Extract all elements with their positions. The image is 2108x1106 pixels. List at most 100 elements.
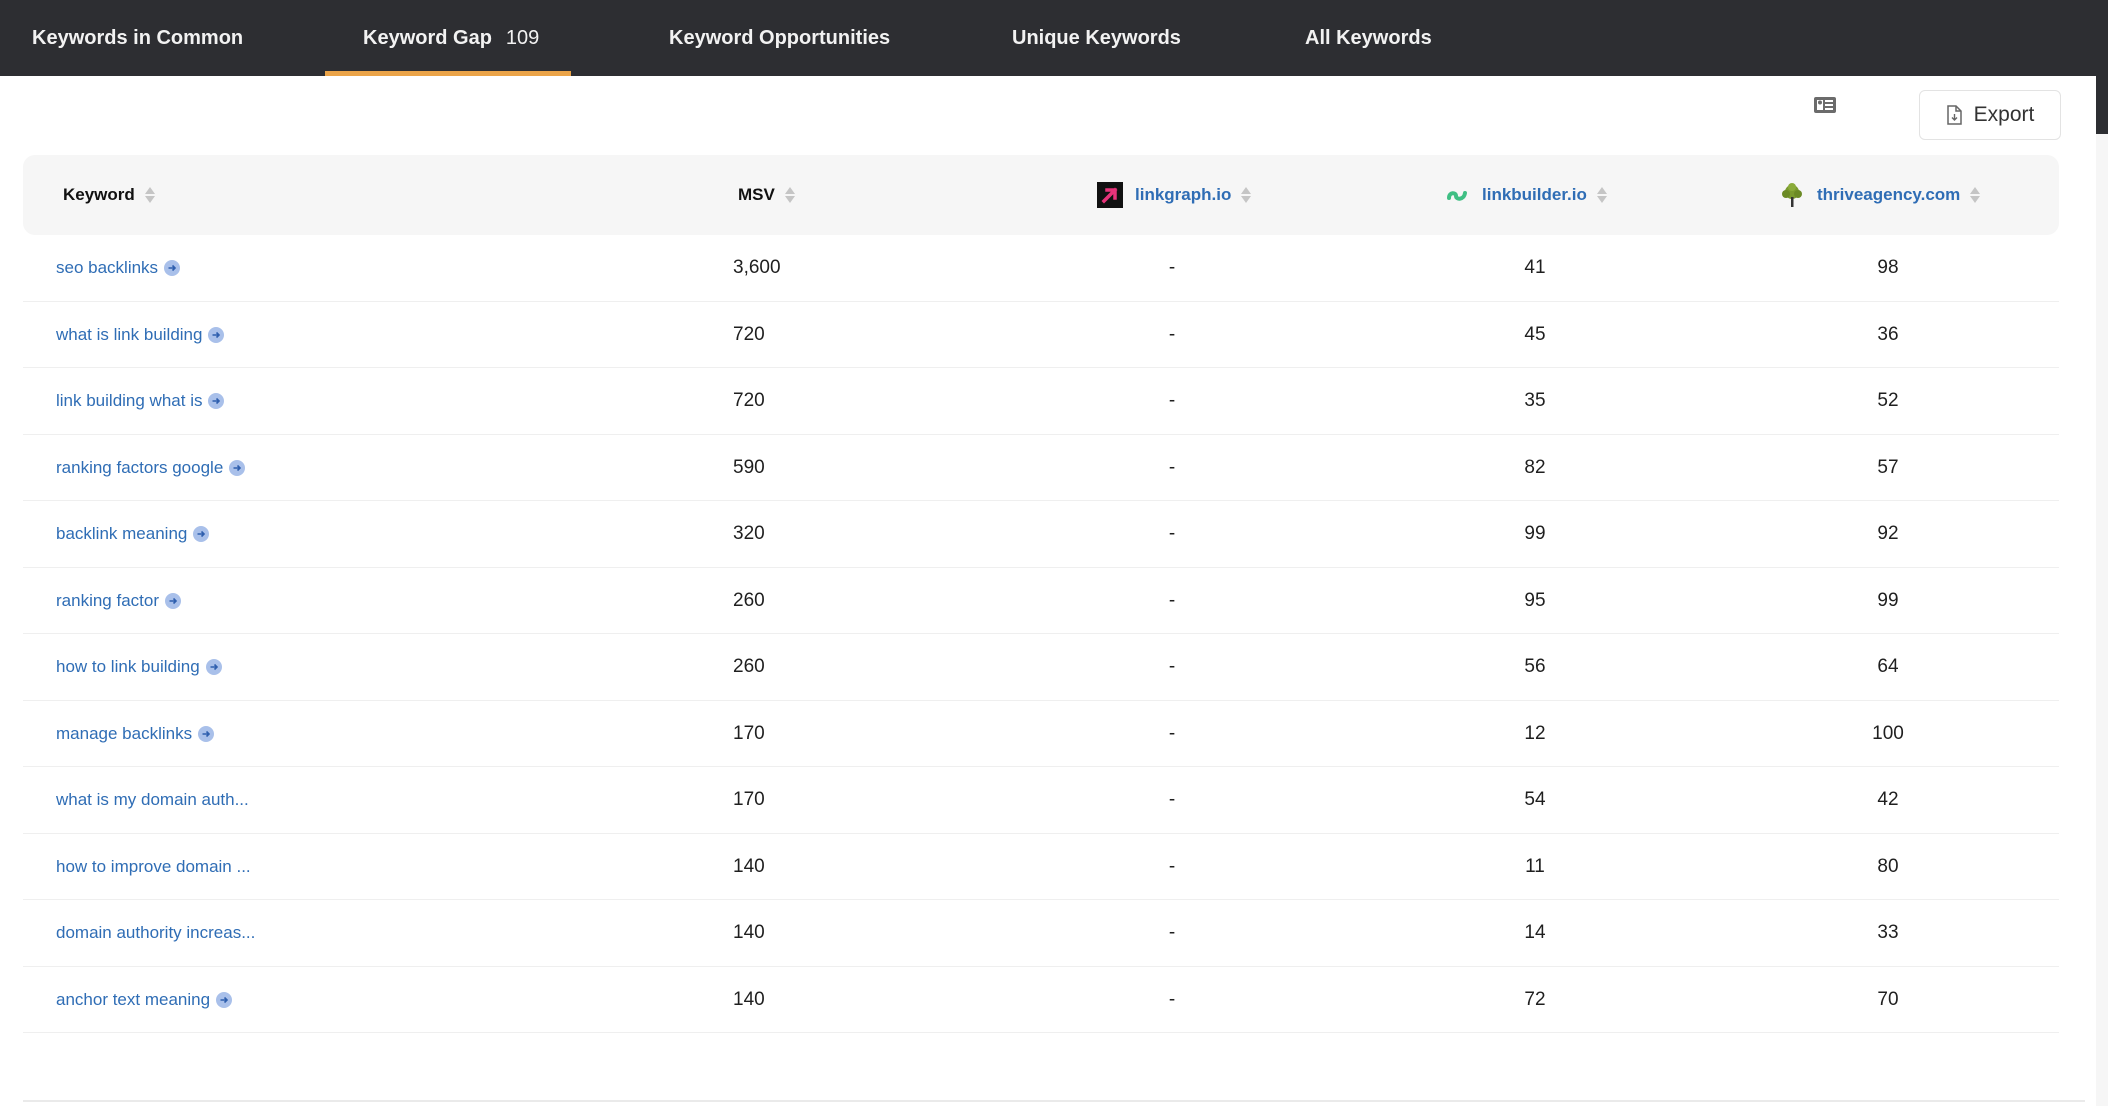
table-body: seo backlinks 3,600 - 41 98 what is link… bbox=[23, 235, 2059, 1033]
thriveagency-position: 70 bbox=[1877, 988, 1899, 1010]
linkgraph-position: - bbox=[1168, 390, 1176, 411]
keyword-text[interactable]: backlink meaning bbox=[56, 524, 187, 544]
linkgraph-position: - bbox=[1168, 523, 1176, 544]
keyword-link[interactable]: seo backlinks bbox=[56, 235, 181, 301]
table-row: how to improve domain ... 140 - 11 80 bbox=[23, 834, 2059, 900]
tab-keyword-gap[interactable]: Keyword Gap 109 bbox=[325, 0, 571, 76]
arrow-right-circle-icon[interactable] bbox=[208, 393, 225, 409]
scrollbar-thumb[interactable] bbox=[2096, 0, 2108, 134]
keyword-link[interactable]: anchor text meaning bbox=[56, 967, 233, 1033]
keyword-link[interactable]: what is link building bbox=[56, 302, 225, 368]
keyword-link[interactable]: link building what is bbox=[56, 368, 225, 434]
keyword-text[interactable]: how to link building bbox=[56, 657, 200, 677]
export-button[interactable]: Export bbox=[1919, 90, 2061, 140]
table-row: link building what is 720 - 35 52 bbox=[23, 368, 2059, 435]
header-label[interactable]: linkbuilder.io bbox=[1482, 185, 1587, 205]
tab-keyword-opportunities[interactable]: Keyword Opportunities bbox=[669, 0, 890, 76]
linkbuilder-position: 14 bbox=[1524, 922, 1546, 943]
linkgraph-position: - bbox=[1168, 323, 1176, 345]
tab-label: Keyword Opportunities bbox=[669, 26, 891, 49]
table-row: seo backlinks 3,600 - 41 98 bbox=[23, 235, 2059, 302]
msv-value: 720 bbox=[733, 323, 765, 345]
thriveagency-position: 57 bbox=[1877, 456, 1899, 478]
keyword-text[interactable]: ranking factor bbox=[56, 591, 159, 611]
arrow-right-circle-icon[interactable] bbox=[208, 326, 225, 343]
table-header: Keyword MSV linkgraph.io linkbuilder.io bbox=[23, 155, 2059, 235]
header-label: Keyword bbox=[63, 185, 135, 204]
msv-value: 320 bbox=[733, 523, 765, 544]
arrow-right-circle-icon[interactable] bbox=[216, 991, 233, 1008]
linkbuilder-position: 82 bbox=[1524, 456, 1546, 478]
table-row: what is link building 720 - 45 36 bbox=[23, 302, 2059, 368]
arrow-right-circle-icon[interactable] bbox=[164, 260, 181, 276]
id-card-icon bbox=[1814, 97, 1836, 113]
keyword-text[interactable]: what is link building bbox=[56, 325, 202, 345]
keyword-link[interactable]: how to link building bbox=[56, 634, 222, 700]
msv-value: 260 bbox=[733, 589, 765, 611]
tab-label: Keyword Gap bbox=[363, 26, 492, 49]
keyword-text[interactable]: how to improve domain ... bbox=[56, 857, 251, 877]
keyword-text[interactable]: manage backlinks bbox=[56, 724, 192, 744]
linkgraph-position: - bbox=[1168, 589, 1176, 611]
sort-icon[interactable] bbox=[1241, 187, 1252, 203]
column-header-linkbuilder[interactable]: linkbuilder.io bbox=[1444, 155, 1607, 235]
keyword-text[interactable]: anchor text meaning bbox=[56, 990, 210, 1010]
sort-icon[interactable] bbox=[784, 187, 795, 203]
arrow-right-circle-icon[interactable] bbox=[229, 459, 246, 476]
linkgraph-position: - bbox=[1168, 789, 1176, 810]
msv-value: 170 bbox=[733, 789, 765, 810]
tab-keywords-in-common[interactable]: Keywords in Common bbox=[32, 0, 243, 76]
msv-value: 590 bbox=[733, 456, 765, 478]
header-label: MSV bbox=[738, 185, 775, 204]
thriveagency-position: 64 bbox=[1877, 656, 1899, 677]
linkgraph-position: - bbox=[1168, 456, 1176, 478]
linkbuilder-position: 54 bbox=[1524, 789, 1546, 810]
linkgraph-position: - bbox=[1168, 257, 1176, 278]
arrow-right-circle-icon[interactable] bbox=[205, 659, 222, 675]
thriveagency-position: 52 bbox=[1877, 390, 1899, 411]
keyword-link[interactable]: what is my domain auth... bbox=[56, 767, 249, 833]
arrow-right-circle-icon[interactable] bbox=[193, 526, 210, 542]
keyword-text[interactable]: what is my domain auth... bbox=[56, 790, 249, 810]
table-row: backlink meaning 320 - 99 92 bbox=[23, 501, 2059, 568]
linkbuilder-position: 72 bbox=[1524, 988, 1546, 1010]
column-header-thriveagency[interactable]: thriveagency.com bbox=[1779, 155, 1981, 235]
page-scrollbar[interactable] bbox=[2096, 0, 2108, 1106]
keyword-text[interactable]: domain authority increas... bbox=[56, 923, 255, 943]
linkgraph-position: - bbox=[1168, 722, 1176, 744]
msv-value: 140 bbox=[733, 855, 765, 877]
keyword-text[interactable]: ranking factors google bbox=[56, 458, 223, 478]
arrow-right-circle-icon[interactable] bbox=[165, 592, 181, 609]
thriveagency-position: 99 bbox=[1877, 589, 1899, 611]
msv-value: 720 bbox=[733, 390, 765, 411]
linkgraph-position: - bbox=[1168, 855, 1176, 877]
tab-unique-keywords[interactable]: Unique Keywords bbox=[1012, 0, 1181, 76]
tab-all-keywords[interactable]: All Keywords bbox=[1305, 0, 1432, 76]
column-header-msv[interactable]: MSV bbox=[738, 155, 795, 235]
header-label[interactable]: linkgraph.io bbox=[1135, 185, 1231, 205]
column-settings-button[interactable] bbox=[1813, 96, 1837, 114]
column-header-linkgraph[interactable]: linkgraph.io bbox=[1097, 155, 1252, 235]
keyword-link[interactable]: backlink meaning bbox=[56, 501, 210, 567]
column-header-keyword[interactable]: Keyword bbox=[63, 155, 155, 235]
msv-value: 260 bbox=[733, 656, 765, 677]
thriveagency-position: 36 bbox=[1877, 323, 1899, 345]
arrow-right-circle-icon[interactable] bbox=[198, 725, 215, 742]
keyword-link[interactable]: how to improve domain ... bbox=[56, 834, 251, 900]
thriveagency-logo-icon bbox=[1782, 183, 1802, 207]
keyword-link[interactable]: manage backlinks bbox=[56, 701, 215, 767]
keyword-link[interactable]: ranking factor bbox=[56, 568, 181, 634]
keyword-gap-table: Keyword MSV linkgraph.io linkbuilder.io bbox=[23, 155, 2059, 1033]
sort-icon[interactable] bbox=[1970, 187, 1981, 203]
keyword-link[interactable]: domain authority increas... bbox=[56, 900, 255, 966]
sort-icon[interactable] bbox=[144, 187, 155, 203]
thriveagency-position: 42 bbox=[1877, 789, 1899, 810]
keyword-text[interactable]: link building what is bbox=[56, 391, 202, 411]
header-label[interactable]: thriveagency.com bbox=[1817, 185, 1960, 205]
keyword-text[interactable]: seo backlinks bbox=[56, 258, 158, 278]
table-row: how to link building 260 - 56 64 bbox=[23, 634, 2059, 701]
thriveagency-position: 92 bbox=[1877, 523, 1899, 544]
keyword-link[interactable]: ranking factors google bbox=[56, 435, 246, 501]
linkbuilder-position: 99 bbox=[1524, 523, 1546, 544]
sort-icon[interactable] bbox=[1596, 187, 1607, 203]
